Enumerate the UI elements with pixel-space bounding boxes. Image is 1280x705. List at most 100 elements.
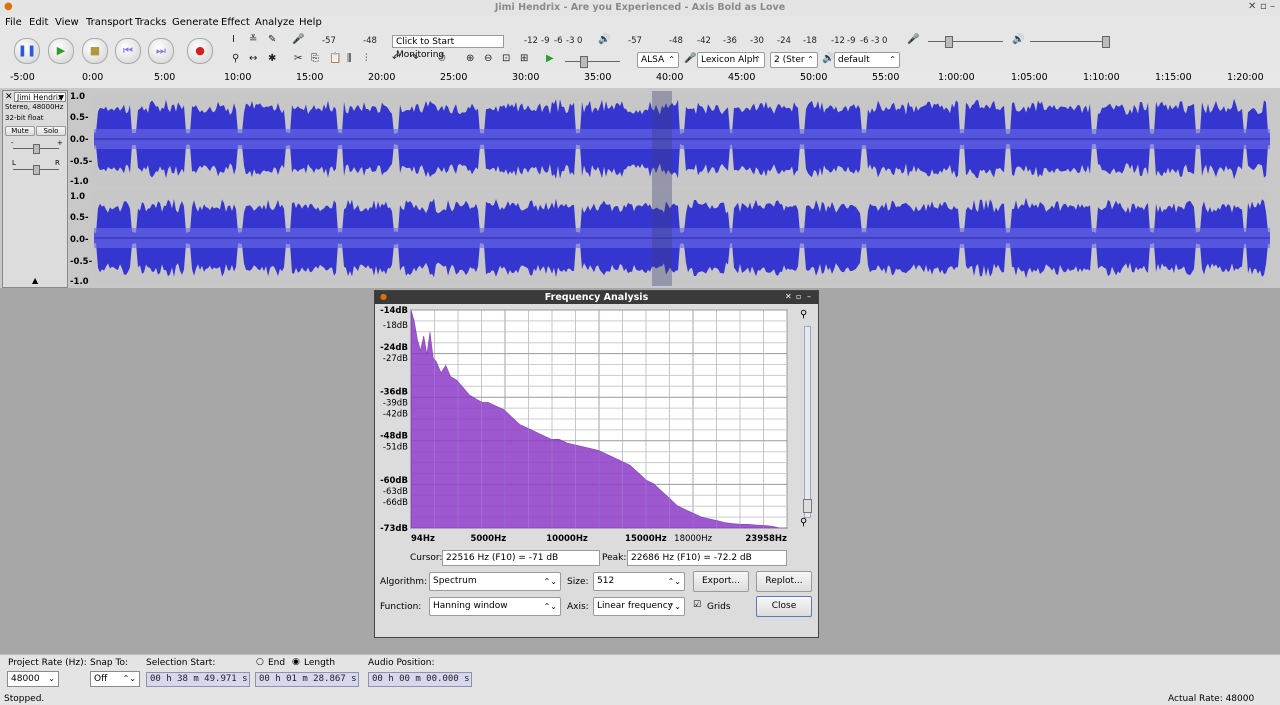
menu-transport[interactable]: Transport (86, 17, 133, 28)
skip-end-button[interactable]: ⏭ (148, 38, 174, 64)
gain-minus-label: - (11, 139, 14, 147)
selection-start-field[interactable]: 00 h 38 m 49.971 s (146, 672, 250, 687)
waveform-left-channel[interactable] (94, 91, 1270, 187)
undo-icon[interactable]: ↶ (392, 53, 400, 64)
selection-tool-icon[interactable]: I (232, 34, 235, 45)
multi-tool-icon[interactable]: ✱ (268, 53, 276, 64)
collapse-track-icon[interactable]: ▲ (32, 276, 38, 285)
timeshift-tool-icon[interactable]: ↔ (249, 53, 257, 64)
paste-icon[interactable]: 📋 (329, 53, 341, 64)
project-rate-select[interactable]: 48000 ⌄ (7, 671, 59, 687)
timeline-ruler[interactable]: -5:00 0:00 5:00 10:00 15:00 20:00 25:00 … (0, 71, 1280, 89)
amp-scale-label: -1.0 (70, 277, 89, 287)
algorithm-select[interactable]: Spectrum ⌃⌄ (429, 572, 561, 591)
input-device-select[interactable]: Lexicon Alph ⌃ (697, 52, 765, 68)
plot-zoom-thumb[interactable] (803, 499, 812, 513)
redo-icon[interactable]: ↷ (410, 53, 418, 64)
replot-button[interactable]: Replot... (756, 571, 812, 592)
waveform-right-channel[interactable] (94, 190, 1270, 286)
zoom-out-plot-icon[interactable]: ⚲ (800, 517, 807, 528)
menu-edit[interactable]: Edit (29, 17, 48, 28)
cut-icon[interactable]: ✂ (294, 53, 302, 64)
pan-thumb[interactable] (33, 165, 40, 175)
dialog-minimize-icon[interactable]: – (807, 292, 811, 301)
draw-tool-icon[interactable]: ✎ (268, 34, 276, 45)
sync-lock-icon[interactable]: ⏱ (438, 53, 446, 64)
audio-position-field[interactable]: 00 h 00 m 00.000 s (368, 672, 472, 687)
length-radio[interactable]: ◉ (292, 657, 300, 667)
amp-scale-label: 1.0 (70, 92, 86, 102)
waveform-right-svg (94, 197, 1270, 279)
record-volume-thumb[interactable] (945, 36, 953, 48)
input-device-value: Lexicon Alph (701, 55, 759, 65)
play-at-speed-icon[interactable]: ▶ (546, 53, 554, 64)
spectrum-plot[interactable]: -14dB -18dB -24dB-27dB -36dB-39dB-42dB -48dB… (375, 305, 818, 545)
mute-button[interactable]: Mute (5, 126, 35, 136)
zoom-out-icon[interactable]: ⊖ (484, 53, 492, 64)
gain-thumb[interactable] (33, 144, 40, 154)
track-format: Stereo, 48000Hz (5, 103, 64, 111)
track-name-menu[interactable]: Jimi Hendrix ▼ (14, 92, 66, 102)
silence-icon[interactable]: ⫶ (365, 53, 368, 64)
amp-scale-label: 1.0 (70, 192, 86, 202)
play-meter-tick: -24 (777, 36, 791, 46)
pause-button[interactable]: ❚❚ (14, 38, 40, 64)
play-meter-tick: -42 (697, 36, 711, 46)
record-button[interactable]: ● (187, 38, 213, 64)
menu-generate[interactable]: Generate (172, 17, 219, 28)
channels-select[interactable]: 2 (Ster ⌃ (770, 52, 818, 68)
selection-length-field[interactable]: 00 h 01 m 28.867 s (255, 672, 359, 687)
dialog-maximize-icon[interactable]: ▫ (796, 292, 801, 301)
envelope-tool-icon[interactable]: ≚ (249, 34, 257, 45)
amp-scale-label: -0.5- (70, 157, 93, 167)
end-radio[interactable]: ○ (256, 657, 264, 667)
record-meter-tick: -3 (566, 36, 575, 46)
algorithm-label: Algorithm: (380, 577, 428, 587)
play-button[interactable]: ▶ (48, 38, 74, 64)
record-volume-slider[interactable] (928, 41, 1003, 42)
menu-help[interactable]: Help (299, 17, 322, 28)
ruler-label: 0:00 (82, 72, 104, 83)
track-close-icon[interactable]: ✕ (5, 92, 13, 102)
close-button[interactable]: Close (756, 596, 812, 617)
minimize-window-icon[interactable]: – (1270, 1, 1275, 12)
size-select[interactable]: 512 ⌃⌄ (593, 572, 685, 591)
trim-icon[interactable]: ⫼ (347, 53, 352, 64)
axis-value: Linear frequency (597, 601, 673, 611)
play-speed-thumb[interactable] (580, 56, 588, 68)
snap-select[interactable]: Off ⌃⌄ (90, 671, 140, 687)
menu-file[interactable]: File (5, 17, 22, 28)
hz-axis-label: 18000Hz (674, 534, 712, 544)
axis-select[interactable]: Linear frequency ⌃⌄ (593, 597, 685, 616)
monitoring-button[interactable]: Click to Start Monitoring (392, 35, 504, 60)
menu-view[interactable]: View (55, 17, 79, 28)
peak-label: Peak: (602, 553, 627, 563)
menu-analyze[interactable]: Analyze (255, 17, 294, 28)
ruler-label: 1:10:00 (1083, 72, 1120, 83)
play-speed-slider[interactable] (565, 61, 620, 62)
zoom-in-icon[interactable]: ⊕ (466, 53, 474, 64)
stop-button[interactable]: ■ (82, 38, 108, 64)
grids-checkbox[interactable]: ☑ (693, 600, 703, 610)
zoom-in-plot-icon[interactable]: ⚲ (800, 309, 807, 320)
output-device-select[interactable]: default ⌃ (834, 52, 900, 68)
plot-zoom-slider[interactable] (804, 326, 811, 518)
playback-volume-slider[interactable] (1030, 41, 1108, 42)
fit-selection-icon[interactable]: ⊡ (502, 53, 510, 64)
maximize-window-icon[interactable]: ▫ (1260, 1, 1267, 12)
close-window-icon[interactable]: ✕ (1248, 1, 1256, 12)
selection-region[interactable] (652, 91, 672, 286)
fit-project-icon[interactable]: ⊞ (520, 53, 528, 64)
playback-volume-thumb[interactable] (1102, 36, 1110, 48)
export-button[interactable]: Export... (693, 571, 749, 592)
dialog-close-icon[interactable]: ✕ (785, 292, 792, 301)
audio-host-select[interactable]: ALSA ⌃ (637, 52, 679, 68)
menu-tracks[interactable]: Tracks (135, 17, 166, 28)
solo-button[interactable]: Solo (36, 126, 66, 136)
skip-start-button[interactable]: ⏮ (115, 38, 141, 64)
menu-effect[interactable]: Effect (221, 17, 250, 28)
zoom-tool-icon[interactable]: ⚲ (232, 53, 239, 64)
function-select[interactable]: Hanning window ⌃⌄ (429, 597, 561, 616)
dialog-app-icon: ● (380, 292, 387, 301)
copy-icon[interactable]: ⎘ (311, 53, 319, 64)
